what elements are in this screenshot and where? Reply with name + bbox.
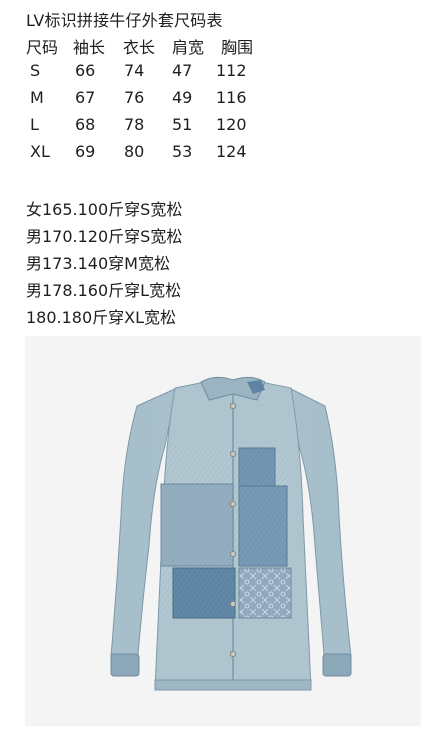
header-shoulder-width: 肩宽 (172, 38, 205, 57)
chest-cell: 124 (216, 142, 247, 161)
size-cell: XL (30, 142, 50, 161)
length-cell: 74 (124, 61, 145, 80)
shoulder-cell: 53 (172, 142, 193, 161)
page-title: LV标识拼接牛仔外套尺码表 (26, 11, 223, 30)
shoulder-cell: 51 (172, 115, 193, 134)
sleeve-cell: 67 (75, 88, 96, 107)
size-cell: L (30, 115, 39, 134)
jacket-hem (154, 679, 312, 691)
denim-jacket-image (110, 376, 352, 691)
table-row: S 66 74 47 112 (0, 61, 435, 88)
size-cell: S (30, 61, 41, 80)
length-cell: 80 (124, 142, 145, 161)
recommendation-line: 女165.100斤穿S宽松 (26, 200, 183, 219)
length-cell: 76 (124, 88, 145, 107)
button (229, 500, 236, 507)
shoulder-cell: 49 (172, 88, 193, 107)
size-cell: M (30, 88, 44, 107)
size-recommendations: 女165.100斤穿S宽松 男170.120斤穿S宽松 男173.140穿M宽松… (26, 196, 182, 331)
header-sleeve-length: 袖长 (73, 38, 106, 57)
button (229, 451, 236, 458)
recommendation-line: 男178.160斤穿L宽松 (26, 281, 182, 300)
product-photo (25, 336, 421, 726)
shoulder-cell: 47 (172, 61, 193, 80)
button (229, 550, 236, 557)
sleeve-cell: 66 (75, 61, 96, 80)
header-size: 尺码 (26, 38, 59, 57)
header-chest: 胸围 (221, 38, 254, 57)
recommendation-line: 男170.120斤穿S宽松 (26, 227, 183, 246)
length-cell: 78 (124, 115, 145, 134)
button (229, 650, 236, 657)
header-body-length: 衣长 (123, 38, 156, 57)
size-chart-table: 尺码 袖长 衣长 肩宽 胸围 S 66 74 47 112 M 67 76 49… (0, 34, 435, 169)
table-row: L 68 78 51 120 (0, 115, 435, 142)
size-chart-header-row: 尺码 袖长 衣长 肩宽 胸围 (0, 34, 435, 61)
recommendation-line: 180.180斤穿XL宽松 (26, 308, 177, 327)
chest-cell: 120 (216, 115, 247, 134)
left-cuff (110, 653, 140, 677)
chest-cell: 112 (216, 61, 247, 80)
button (229, 403, 236, 410)
sleeve-cell: 68 (75, 115, 96, 134)
table-row: M 67 76 49 116 (0, 88, 435, 115)
button (229, 600, 236, 607)
right-cuff (322, 653, 352, 677)
chest-cell: 116 (216, 88, 247, 107)
sleeve-cell: 69 (75, 142, 96, 161)
recommendation-line: 男173.140穿M宽松 (26, 254, 170, 273)
table-row: XL 69 80 53 124 (0, 142, 435, 169)
